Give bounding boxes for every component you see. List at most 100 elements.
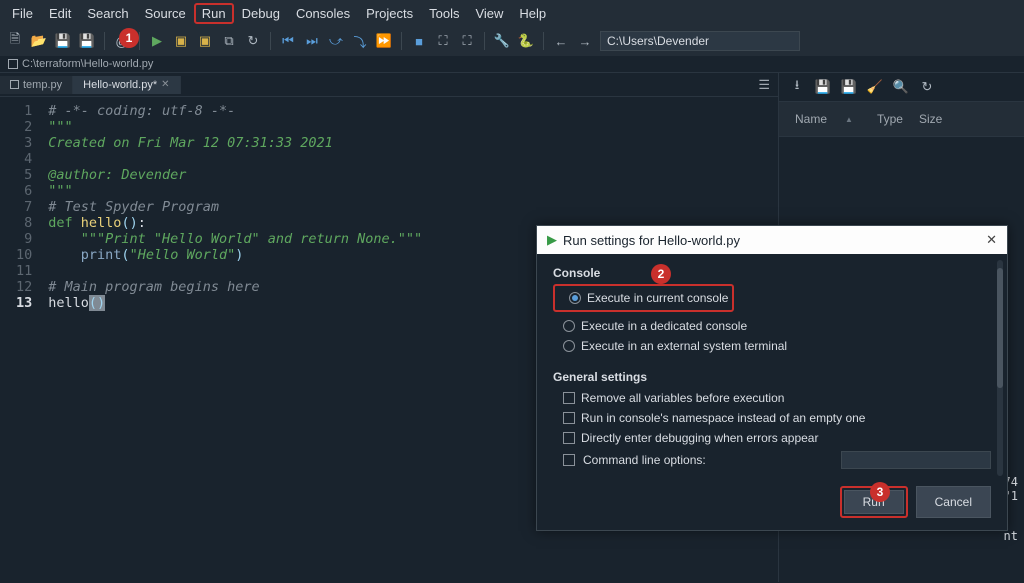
back-icon[interactable]: ← <box>552 32 570 50</box>
run-cell-advance-icon[interactable]: ▣ <box>196 32 214 50</box>
radio-icon <box>563 320 575 332</box>
cmdline-input[interactable] <box>841 451 991 469</box>
output-fragment: nt <box>1004 529 1018 543</box>
file-icon <box>10 80 19 89</box>
code-line[interactable] <box>48 263 422 279</box>
code-line[interactable]: """ <box>48 183 422 199</box>
import-data-icon[interactable]: ⭳ <box>789 79 805 95</box>
new-file-icon[interactable]: 🗎 <box>6 32 24 50</box>
stop-icon[interactable]: ■ <box>410 32 428 50</box>
check-namespace[interactable]: Run in console's namespace instead of an… <box>553 408 991 428</box>
cmdline-label: Command line options: <box>583 453 706 467</box>
radio-label: Execute in current console <box>587 291 728 305</box>
menu-file[interactable]: File <box>4 3 41 24</box>
code-line[interactable]: hello() <box>48 295 422 311</box>
breadcrumb-text: C:\terraform\Hello-world.py <box>22 58 153 70</box>
line-number: 6 <box>16 183 32 199</box>
callout-3: 3 <box>870 482 890 502</box>
menu-debug[interactable]: Debug <box>234 3 288 24</box>
code-line[interactable]: # Test Spyder Program <box>48 199 422 215</box>
tab-hello-world-py-[interactable]: Hello-world.py* ✕ <box>73 76 180 94</box>
save-data-icon[interactable]: 💾 <box>815 79 831 95</box>
forward-icon[interactable]: → <box>576 32 594 50</box>
rerun-icon[interactable]: ↻ <box>244 32 262 50</box>
close-icon[interactable]: ✕ <box>986 232 997 248</box>
check-label: Directly enter debugging when errors app… <box>581 431 818 445</box>
check-cmdline[interactable]: Command line options: <box>553 448 991 472</box>
line-number: 10 <box>16 247 32 263</box>
maximize-pane-icon[interactable]: ⛶ <box>434 32 452 50</box>
save-data-as-icon[interactable]: 💾 <box>841 79 857 95</box>
callout-1: 1 <box>119 28 139 48</box>
line-number: 13 <box>16 295 32 311</box>
code-line[interactable]: # Main program begins here <box>48 279 422 295</box>
menu-run[interactable]: Run <box>194 3 234 24</box>
open-file-icon[interactable]: 📂 <box>30 32 48 50</box>
dialog-title: Run settings for Hello-world.py <box>563 233 740 248</box>
check-remove-vars[interactable]: Remove all variables before execution <box>553 388 991 408</box>
save-all-icon[interactable]: 💾 <box>78 32 96 50</box>
radio-icon <box>569 292 581 304</box>
col-name[interactable]: Name▲ <box>779 102 869 136</box>
radio-execute-current[interactable]: Execute in current console <box>559 288 728 308</box>
menu-edit[interactable]: Edit <box>41 3 79 24</box>
breadcrumb: C:\terraform\Hello-world.py <box>0 56 1024 73</box>
line-number: 4 <box>16 151 32 167</box>
menu-projects[interactable]: Projects <box>358 3 421 24</box>
radio-execute-external[interactable]: Execute in an external system terminal <box>553 336 991 356</box>
code-line[interactable]: # -*- coding: utf-8 -*- <box>48 103 422 119</box>
run-settings-dialog: ▶ Run settings for Hello-world.py ✕ Cons… <box>536 225 1008 531</box>
editor-menu-icon[interactable]: ☰ <box>750 73 778 97</box>
console-section-title: Console <box>553 266 991 280</box>
debug-continue-icon[interactable]: ⏩ <box>375 32 393 50</box>
menu-bar: FileEditSearchSourceRunDebugConsolesProj… <box>0 0 1024 26</box>
menu-source[interactable]: Source <box>137 3 194 24</box>
debug-step-into-icon[interactable]: ⤵ <box>351 32 369 50</box>
menu-help[interactable]: Help <box>511 3 554 24</box>
tab-temp-py[interactable]: temp.py <box>0 76 73 94</box>
code-line[interactable]: @author: Devender <box>48 167 422 183</box>
save-icon[interactable]: 💾 <box>54 32 72 50</box>
tab-label: temp.py <box>23 79 62 91</box>
refresh-icon[interactable]: ↻ <box>919 79 935 95</box>
line-number: 3 <box>16 135 32 151</box>
tab-label: Hello-world.py* <box>83 79 157 91</box>
search-icon[interactable]: 🔍 <box>893 79 909 95</box>
fullscreen-icon[interactable]: ⛶ <box>458 32 476 50</box>
code-line[interactable]: """Print "Hello World" and return None."… <box>48 231 422 247</box>
code-line[interactable]: print("Hello World") <box>48 247 422 263</box>
run-icon[interactable]: ▶ <box>148 32 166 50</box>
pythonpath-icon[interactable]: 🐍 <box>517 32 535 50</box>
close-icon[interactable]: ✕ <box>161 79 169 90</box>
debug-step-back-icon[interactable]: ⏮ <box>279 32 297 50</box>
menu-view[interactable]: View <box>467 3 511 24</box>
menu-search[interactable]: Search <box>79 3 136 24</box>
remove-all-icon[interactable]: 🧹 <box>867 79 883 95</box>
run-cell-icon[interactable]: ▣ <box>172 32 190 50</box>
col-size[interactable]: Size <box>911 102 950 136</box>
radio-execute-dedicated[interactable]: Execute in a dedicated console <box>553 316 991 336</box>
dialog-scrollbar[interactable] <box>997 260 1003 476</box>
menu-tools[interactable]: Tools <box>421 3 467 24</box>
working-dir-input[interactable] <box>600 31 800 51</box>
editor-tabs: temp.py Hello-world.py* ✕ ☰ <box>0 73 778 97</box>
menu-consoles[interactable]: Consoles <box>288 3 358 24</box>
preferences-icon[interactable]: 🔧 <box>493 32 511 50</box>
general-section-title: General settings <box>553 370 991 384</box>
breadcrumb-icon <box>8 59 18 69</box>
radio-icon <box>563 340 575 352</box>
code-line[interactable]: def hello(): <box>48 215 422 231</box>
code-line[interactable]: """ <box>48 119 422 135</box>
variable-header: Name▲ Type Size <box>779 101 1024 137</box>
code-line[interactable] <box>48 151 422 167</box>
debug-step-over-icon[interactable]: ⤻ <box>327 32 345 50</box>
code-line[interactable]: Created on Fri Mar 12 07:31:33 2021 <box>48 135 422 151</box>
col-type[interactable]: Type <box>869 102 911 136</box>
line-number: 8 <box>16 215 32 231</box>
check-debug-errors[interactable]: Directly enter debugging when errors app… <box>553 428 991 448</box>
checkbox-icon <box>563 412 575 424</box>
checkbox-icon <box>563 432 575 444</box>
cancel-button[interactable]: Cancel <box>916 486 991 518</box>
run-selection-icon[interactable]: ⧉ <box>220 32 238 50</box>
debug-step-icon[interactable]: ⏭ <box>303 32 321 50</box>
